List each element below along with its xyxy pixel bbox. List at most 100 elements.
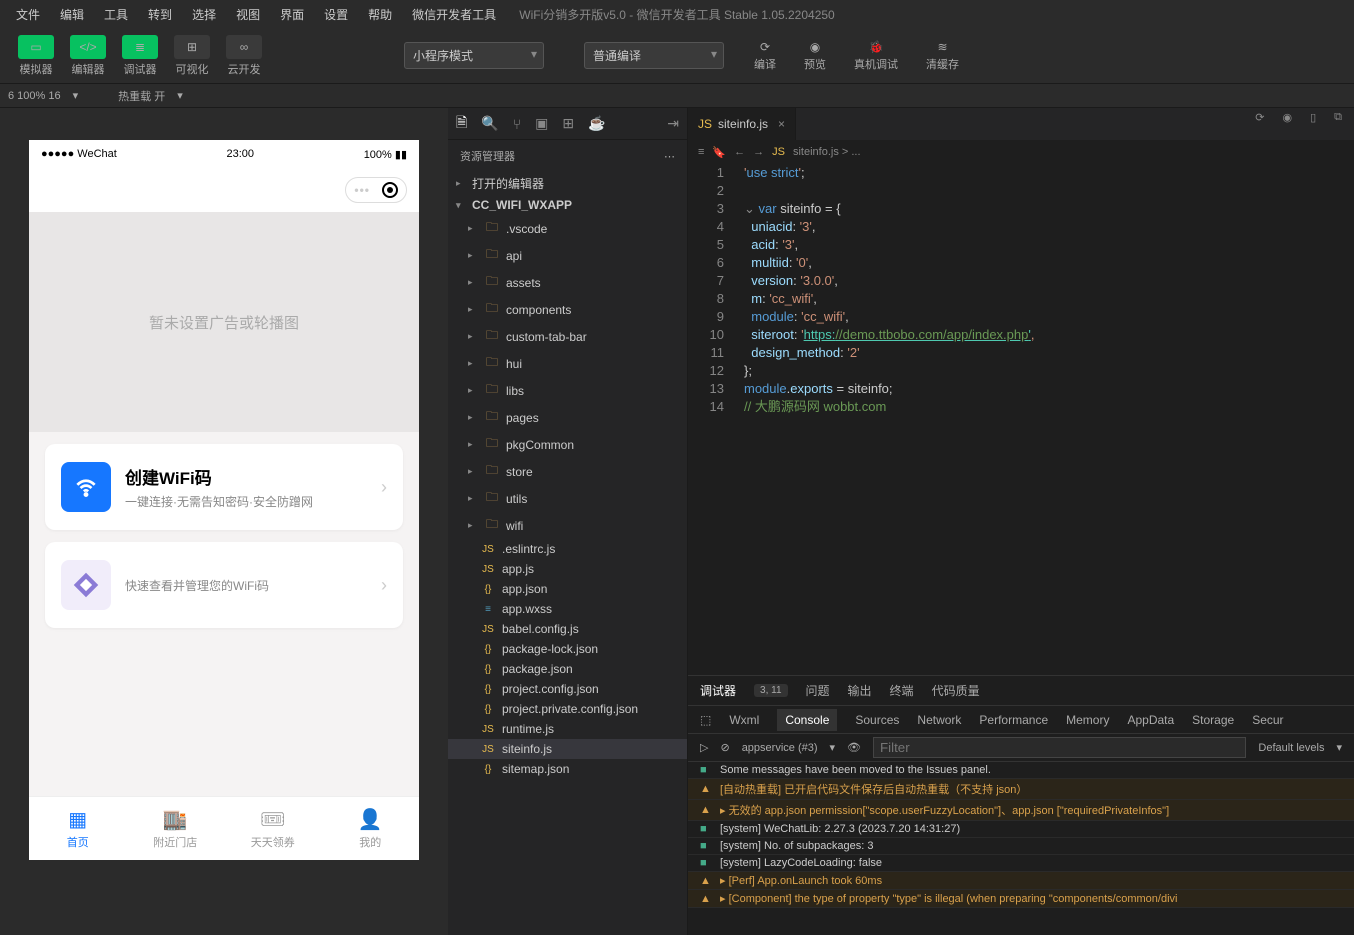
folder-api[interactable]: ▸🗀api: [448, 242, 687, 269]
bookmark-icon[interactable]: 🔖: [712, 146, 726, 159]
folder-pkgCommon[interactable]: ▸🗀pkgCommon: [448, 431, 687, 458]
file-app.json[interactable]: {}app.json: [448, 579, 687, 599]
clear-icon[interactable]: ⊘: [720, 741, 729, 754]
devtools-wxml[interactable]: Wxml: [729, 713, 759, 727]
detach-icon[interactable]: ⧉: [1334, 111, 1342, 124]
file-.eslintrc.js[interactable]: JS.eslintrc.js: [448, 539, 687, 559]
file-project.private.config.json[interactable]: {}project.private.config.json: [448, 699, 687, 719]
inspect-icon[interactable]: ⬚: [700, 713, 711, 727]
menu-编辑[interactable]: 编辑: [52, 2, 92, 27]
folder-store[interactable]: ▸🗀store: [448, 458, 687, 485]
devtools-network[interactable]: Network: [917, 713, 961, 727]
clear-cache-button[interactable]: ≋清缓存: [920, 38, 965, 74]
levels-select[interactable]: Default levels: [1258, 742, 1324, 754]
more-icon[interactable]: •••: [354, 183, 370, 197]
dbg-tab-debugger[interactable]: 调试器: [700, 682, 736, 699]
project-root[interactable]: ▾CC_WIFI_WXAPP: [448, 195, 687, 215]
scale-label[interactable]: 6 100% 16: [8, 90, 61, 102]
menu-文件[interactable]: 文件: [8, 2, 48, 27]
folder-hui[interactable]: ▸🗀hui: [448, 350, 687, 377]
device-icon[interactable]: ▯: [1310, 111, 1316, 124]
folder-wifi[interactable]: ▸🗀wifi: [448, 512, 687, 539]
ext2-icon[interactable]: ⊞: [562, 115, 574, 132]
folder-custom-tab-bar[interactable]: ▸🗀custom-tab-bar: [448, 323, 687, 350]
refresh-icon[interactable]: ⟳: [1255, 111, 1264, 124]
filter-input[interactable]: [873, 737, 1246, 758]
ext-icon[interactable]: ▣: [535, 115, 548, 132]
compile-mode-select[interactable]: 普通编译: [584, 42, 724, 69]
devtools-security[interactable]: Secur: [1252, 713, 1283, 727]
file-siteinfo.js[interactable]: JSsiteinfo.js: [448, 739, 687, 759]
dbg-tab-problems[interactable]: 问题: [806, 682, 830, 699]
file-tab-siteinfo[interactable]: JS siteinfo.js ×: [688, 108, 796, 140]
devtools-appdata[interactable]: AppData: [1127, 713, 1174, 727]
list-icon[interactable]: ≡: [698, 146, 704, 158]
menu-工具[interactable]: 工具: [96, 2, 136, 27]
wifi-icon: [61, 462, 111, 512]
create-wifi-card[interactable]: 创建WiFi码 一键连接·无需告知密码·安全防蹭网 ›: [45, 444, 403, 530]
folder-.vscode[interactable]: ▸🗀.vscode: [448, 215, 687, 242]
hotreload-label[interactable]: 热重载 开: [118, 88, 165, 104]
files-icon[interactable]: 🗎: [456, 112, 467, 136]
menu-转到[interactable]: 转到: [140, 2, 180, 27]
devtools-performance[interactable]: Performance: [979, 713, 1048, 727]
eye-icon[interactable]: 👁: [847, 741, 861, 754]
file-babel.config.js[interactable]: JSbabel.config.js: [448, 619, 687, 639]
visualize-button[interactable]: ⊞可视化: [168, 33, 216, 79]
dbg-tab-quality[interactable]: 代码质量: [932, 682, 980, 699]
folder-components[interactable]: ▸🗀components: [448, 296, 687, 323]
open-editors-section[interactable]: ▸打开的编辑器: [448, 172, 687, 195]
tab-nearby[interactable]: 🏬附近门店: [127, 797, 225, 860]
editor-button[interactable]: </>编辑器: [64, 33, 112, 79]
dbg-tab-output[interactable]: 输出: [848, 682, 872, 699]
menu-微信开发者工具[interactable]: 微信开发者工具: [404, 2, 504, 27]
folder-utils[interactable]: ▸🗀utils: [448, 485, 687, 512]
close-mini-icon[interactable]: [382, 182, 398, 198]
file-runtime.js[interactable]: JSruntime.js: [448, 719, 687, 739]
record-icon[interactable]: ◉: [1282, 111, 1292, 124]
git-icon[interactable]: ⑂: [513, 116, 521, 132]
file-package-lock.json[interactable]: {}package-lock.json: [448, 639, 687, 659]
menu-视图[interactable]: 视图: [228, 2, 268, 27]
compile-button[interactable]: ⟳编译: [748, 38, 782, 74]
back-icon[interactable]: ←: [734, 146, 745, 158]
file-project.config.json[interactable]: {}project.config.json: [448, 679, 687, 699]
cloud-button[interactable]: ∞云开发: [220, 33, 268, 79]
folder-assets[interactable]: ▸🗀assets: [448, 269, 687, 296]
devtools-memory[interactable]: Memory: [1066, 713, 1109, 727]
debugger-button[interactable]: ≣调试器: [116, 33, 164, 79]
tab-home[interactable]: ▦首页: [29, 797, 127, 860]
code-area[interactable]: 'use strict'; ⌄ var siteinfo = { uniacid…: [736, 164, 1354, 675]
menu-设置[interactable]: 设置: [316, 2, 356, 27]
dbg-tab-terminal[interactable]: 终端: [890, 682, 914, 699]
file-sitemap.json[interactable]: {}sitemap.json: [448, 759, 687, 779]
mode-select[interactable]: 小程序模式: [404, 42, 544, 69]
tab-coupon[interactable]: 🎟天天领券: [224, 797, 322, 860]
forward-icon[interactable]: →: [753, 146, 764, 158]
menu-界面[interactable]: 界面: [272, 2, 312, 27]
play-icon[interactable]: ▷: [700, 741, 708, 754]
file-app.js[interactable]: JSapp.js: [448, 559, 687, 579]
file-app.wxss[interactable]: ≡app.wxss: [448, 599, 687, 619]
folder-libs[interactable]: ▸🗀libs: [448, 377, 687, 404]
collapse-icon[interactable]: ⇥: [667, 115, 679, 132]
breadcrumb[interactable]: ≡ 🔖 ← → JS siteinfo.js > ...: [688, 140, 1354, 164]
devtools-console[interactable]: Console: [777, 709, 837, 731]
more-icon[interactable]: ⋯: [664, 150, 675, 163]
devtools-storage[interactable]: Storage: [1192, 713, 1234, 727]
capsule-menu[interactable]: •••: [345, 177, 407, 203]
manage-wifi-card[interactable]: 快速查看并管理您的WiFi码 ›: [45, 542, 403, 628]
simulator-button[interactable]: ▭模拟器: [12, 33, 60, 79]
devtools-sources[interactable]: Sources: [855, 713, 899, 727]
preview-button[interactable]: ◉预览: [798, 38, 832, 74]
menu-帮助[interactable]: 帮助: [360, 2, 400, 27]
coffee-icon[interactable]: ☕: [588, 115, 605, 132]
menu-选择[interactable]: 选择: [184, 2, 224, 27]
folder-pages[interactable]: ▸🗀pages: [448, 404, 687, 431]
real-debug-button[interactable]: 🐞真机调试: [848, 38, 904, 74]
tab-mine[interactable]: 👤我的: [322, 797, 420, 860]
close-icon[interactable]: ×: [778, 117, 785, 131]
scope-select[interactable]: appservice (#3): [742, 742, 818, 754]
file-package.json[interactable]: {}package.json: [448, 659, 687, 679]
search-icon[interactable]: 🔍: [481, 115, 498, 132]
